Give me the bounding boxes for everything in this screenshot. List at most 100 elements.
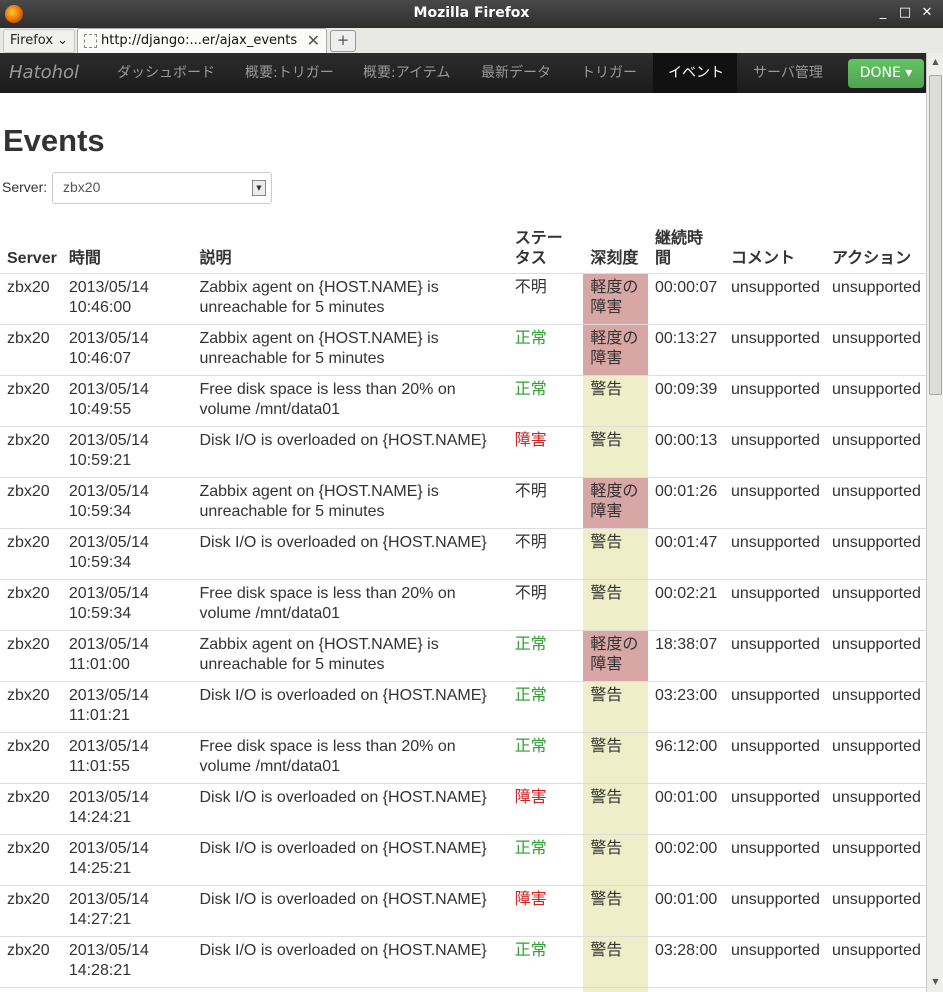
- cell-desc-line1: Disk I/O is overloaded on {HOST.NAME}: [199, 840, 487, 857]
- nav-server-admin[interactable]: サーバ管理: [738, 53, 838, 93]
- col-header-status-line1: ステー: [514, 230, 563, 247]
- cell-severity-line2: 障害: [590, 350, 623, 367]
- table-row[interactable]: zbx20 2013/05/14 10:59:21 Disk I/O is overl…: [0, 426, 926, 478]
- cell-desc-line1: Disk I/O is overloaded on {HOST.NAME}: [199, 432, 487, 449]
- cell-clock: 11:01:21: [68, 707, 130, 724]
- dropdown-arrow-icon[interactable]: ▼: [252, 180, 266, 196]
- table-row[interactable]: zbx20 2013/05/14 11:01:21 Disk I/O is overl…: [0, 681, 926, 733]
- cell-severity: 警告: [583, 834, 648, 886]
- maximize-icon[interactable]: □: [896, 4, 914, 22]
- col-header-duration-line2: 間: [655, 250, 672, 267]
- cell-clock: 10:46:07: [68, 350, 132, 367]
- nav-latest-data[interactable]: 最新データ: [466, 53, 566, 93]
- vertical-scrollbar[interactable]: ▲ ▼: [926, 53, 943, 992]
- nav-dashboard[interactable]: ダッシュボード: [102, 53, 230, 93]
- cell-clock: 14:27:21: [68, 911, 132, 928]
- tab-label: http://django:...er/ajax_events: [101, 33, 298, 48]
- col-header-severity[interactable]: 深刻度: [583, 223, 648, 274]
- col-header-comment[interactable]: コメント: [723, 223, 825, 274]
- cell-severity: 警告: [583, 375, 648, 427]
- cell-severity-line2: 障害: [590, 503, 623, 520]
- done-button[interactable]: DONE ▾: [848, 59, 924, 88]
- table-row[interactable]: zbx20 2013/05/14 14:28:21 Disk I/O is overl…: [0, 936, 926, 988]
- cell-status: 障害: [507, 885, 584, 937]
- table-row[interactable]: zbx20 2013/05/14 10:46:00 Zabbix agent on {…: [0, 273, 926, 325]
- cell-status: 正常: [507, 324, 584, 376]
- cell-date: 2013/05/14: [68, 636, 149, 653]
- minimize-icon[interactable]: _: [874, 4, 892, 22]
- table-row[interactable]: zbx20 2013/05/14 10:49:55 Free disk space i…: [0, 375, 926, 427]
- scroll-down-icon[interactable]: ▼: [929, 975, 942, 989]
- cell-time: 2013/05/14 11:01:00: [61, 630, 193, 682]
- cell-desc-line1: Disk I/O is overloaded on {HOST.NAME}: [199, 891, 487, 908]
- page-viewport: Hatohol ダッシュボード 概要:トリガー 概要:アイテム 最新データ トリ…: [0, 53, 926, 992]
- nav-events[interactable]: イベント: [653, 53, 737, 93]
- cell-action: unsupported: [824, 324, 926, 376]
- col-header-status-line2: タス: [514, 250, 547, 267]
- cell-time: 2013/05/14 14:25:21: [61, 834, 193, 886]
- table-row[interactable]: zbx20 2013/05/14 14:25:21 Disk I/O is overl…: [0, 834, 926, 886]
- browser-tab[interactable]: http://django:...er/ajax_events ✕: [77, 28, 327, 54]
- col-header-server[interactable]: Server: [0, 223, 62, 274]
- table-row[interactable]: zbx20 2013/05/14 10:59:34 Zabbix agent on {…: [0, 477, 926, 529]
- cell-description: Free disk space is less than 20% on volum…: [192, 732, 508, 784]
- table-row[interactable]: zbx20 2013/05/14 14:24:21 Disk I/O is overl…: [0, 783, 926, 835]
- tab-bar: Firefox ⌄ http://django:...er/ajax_event…: [0, 28, 943, 54]
- cell-time: 2013/05/14 10:59:34: [61, 579, 193, 631]
- new-tab-button[interactable]: +: [330, 30, 356, 52]
- window-title: Mozilla Firefox: [413, 5, 530, 21]
- scrollbar-thumb[interactable]: [929, 75, 942, 395]
- cell-server: zbx20: [0, 426, 62, 478]
- col-header-status[interactable]: ステー タス: [507, 223, 584, 274]
- cell-severity-line1: 警告: [590, 534, 623, 551]
- col-header-duration[interactable]: 継続時間: [648, 223, 724, 274]
- cell-severity-line1: 警告: [590, 738, 623, 755]
- cell-severity: 警告: [583, 528, 648, 580]
- cell-server: zbx20: [0, 936, 62, 988]
- cell-action: unsupported: [824, 834, 926, 886]
- cell-desc-line2: volume /mnt/data01: [199, 605, 341, 622]
- cell-description: Zabbix agent on {HOST.NAME} is unreachabl…: [192, 630, 508, 682]
- cell-action: unsupported: [824, 987, 926, 992]
- cell-action: unsupported: [824, 375, 926, 427]
- brand-logo[interactable]: Hatohol: [9, 62, 79, 83]
- chevron-down-icon: ⌄: [53, 33, 69, 48]
- cell-status: 正常: [507, 681, 584, 733]
- nav-triggers[interactable]: トリガー: [566, 53, 652, 93]
- cell-description: Disk I/O is overloaded on {HOST.NAME}: [192, 426, 508, 478]
- cell-time: 2013/05/14 11:01:21: [61, 681, 193, 733]
- table-row[interactable]: zbx20 2013/05/14 11:01:00 Zabbix agent on {…: [0, 630, 926, 682]
- cell-desc-line2: volume /mnt/data01: [199, 401, 341, 418]
- table-row[interactable]: zbx20 2013/05/14 14:27:21 Disk I/O is overl…: [0, 885, 926, 937]
- cell-severity-line1: 軽度の: [590, 279, 639, 296]
- scroll-up-icon[interactable]: ▲: [929, 55, 942, 69]
- cell-action: unsupported: [824, 732, 926, 784]
- nav-overview-items[interactable]: 概要:アイテム: [348, 53, 465, 93]
- firefox-menu-button[interactable]: Firefox ⌄: [3, 29, 76, 53]
- cell-server: zbx20: [0, 375, 62, 427]
- cell-action: unsupported: [824, 477, 926, 529]
- cell-comment: unsupported: [723, 783, 825, 835]
- cell-desc-line1: Zabbix agent on {HOST.NAME} is: [199, 330, 439, 347]
- table-row[interactable]: zbx20 2013/05/14 10:59:34 Disk I/O is overl…: [0, 528, 926, 580]
- table-row[interactable]: zbx20 2013/05/14 11:01:55 Free disk space i…: [0, 732, 926, 784]
- table-row[interactable]: zbx20 2013/05/14 10:46:07 Zabbix agent on {…: [0, 324, 926, 376]
- cell-severity-line1: 警告: [590, 381, 623, 398]
- nav-overview-triggers[interactable]: 概要:トリガー: [230, 53, 349, 93]
- cell-comment: unsupported: [723, 375, 825, 427]
- col-header-description[interactable]: 説明: [192, 223, 508, 274]
- table-row[interactable]: zbx202013/05/1417:56:21Disk I/O is overl…: [0, 987, 926, 992]
- tab-close-icon[interactable]: ✕: [307, 31, 320, 50]
- cell-clock: 10:49:55: [68, 401, 132, 418]
- cell-status: 不明: [507, 477, 584, 529]
- server-select[interactable]: zbx20 ▼: [52, 172, 272, 204]
- cell-severity-line1: 警告: [590, 891, 623, 908]
- cell-action: unsupported: [824, 783, 926, 835]
- col-header-time[interactable]: 時間: [61, 223, 193, 274]
- table-row[interactable]: zbx20 2013/05/14 10:59:34 Free disk space i…: [0, 579, 926, 631]
- cell-server: zbx20: [0, 273, 62, 325]
- cell-comment: unsupported: [723, 477, 825, 529]
- col-header-action[interactable]: アクション: [824, 223, 926, 274]
- close-icon[interactable]: ✕: [918, 4, 936, 22]
- cell-description: Disk I/O is overloaded on {HOST.NAME}: [192, 936, 508, 988]
